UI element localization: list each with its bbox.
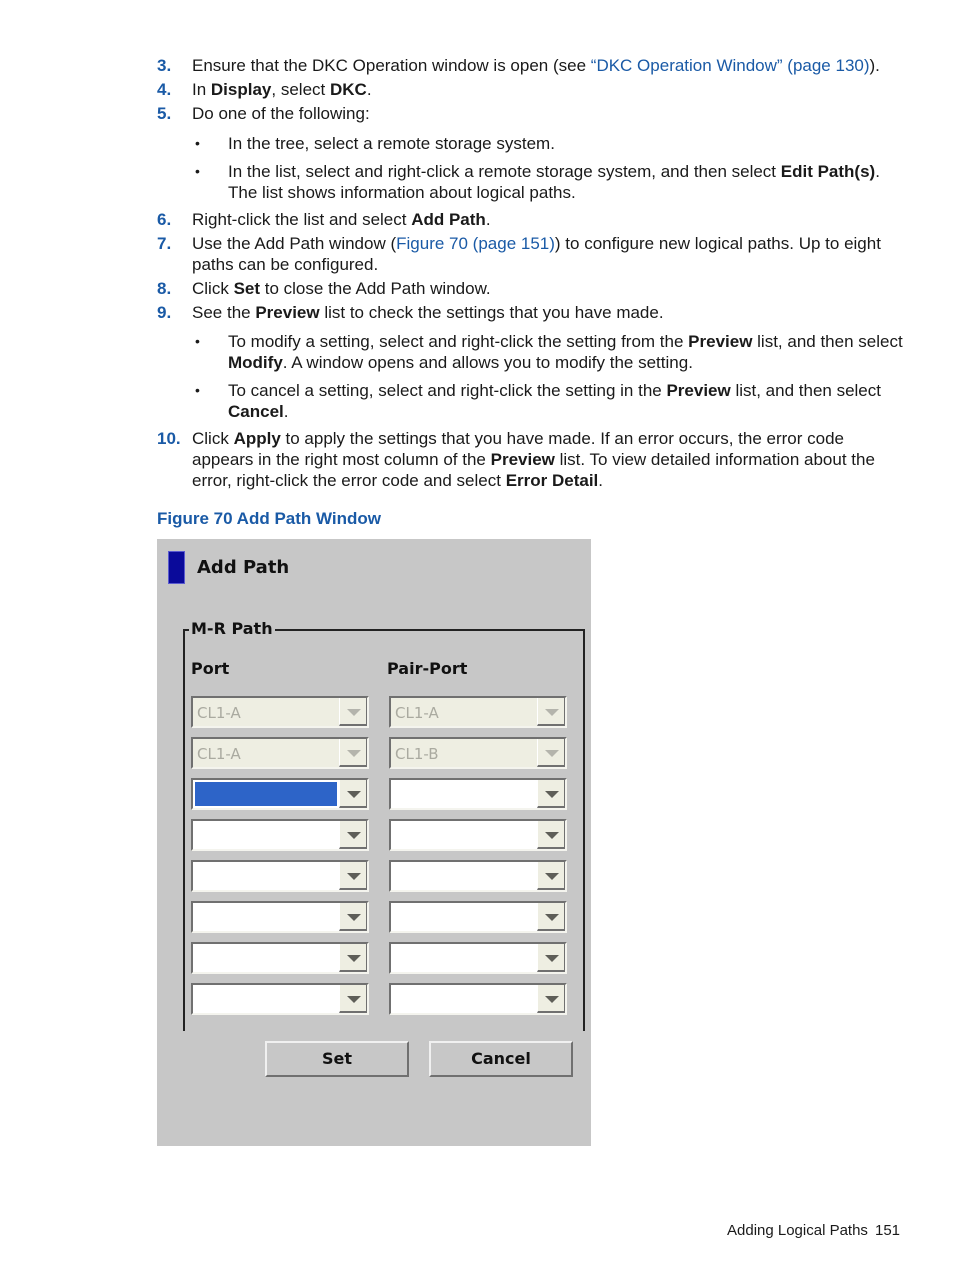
bullet-text: list, and then select <box>730 381 881 400</box>
bullet-text: . <box>283 402 289 421</box>
step-number: 9. <box>157 303 172 322</box>
port-dropdown[interactable] <box>191 942 369 974</box>
bold-term: Error Detail <box>505 471 599 490</box>
chevron-down-icon <box>339 739 367 767</box>
chevron-down-icon[interactable] <box>339 780 367 808</box>
bold-term: DKC <box>329 80 367 99</box>
chevron-down-icon[interactable] <box>339 985 367 1013</box>
group-label: M-R Path <box>189 619 275 638</box>
chevron-down-icon[interactable] <box>537 985 565 1013</box>
step-number: 5. <box>157 104 172 123</box>
port-dropdown[interactable] <box>191 983 369 1015</box>
step-text: ). <box>869 56 880 75</box>
chevron-down-icon[interactable] <box>537 780 565 808</box>
pair-port-dropdown[interactable] <box>389 860 567 892</box>
chevron-down-icon[interactable] <box>339 944 367 972</box>
dropdown-value: CL1-A <box>197 745 241 763</box>
bold-term: Preview <box>666 381 731 400</box>
step-text: Use the Add Path window ( <box>192 234 397 253</box>
step-text: , select <box>271 80 330 99</box>
bold-term: Preview <box>255 303 320 322</box>
chevron-down-icon[interactable] <box>339 903 367 931</box>
step-text: to close the Add Path window. <box>260 279 491 298</box>
port-dropdown: CL1-A <box>191 696 369 728</box>
bullet-icon: • <box>195 163 200 179</box>
pair-port-dropdown[interactable] <box>389 901 567 933</box>
figure-caption: Figure 70 Add Path Window <box>157 509 381 528</box>
dropdown-value: CL1-A <box>197 704 241 722</box>
pair-port-dropdown[interactable] <box>389 778 567 810</box>
chevron-down-icon[interactable] <box>537 821 565 849</box>
port-dropdown[interactable] <box>191 860 369 892</box>
bullet-icon: • <box>195 135 200 151</box>
window-title: Add Path <box>197 557 290 578</box>
step-text: . <box>598 471 604 490</box>
port-dropdown: CL1-A <box>191 737 369 769</box>
bold-term: Preview <box>688 332 753 351</box>
chevron-down-icon[interactable] <box>537 944 565 972</box>
cancel-button[interactable]: Cancel <box>429 1041 573 1077</box>
bold-term: Preview <box>490 450 555 469</box>
pair-port-dropdown[interactable] <box>389 983 567 1015</box>
chevron-down-icon <box>339 698 367 726</box>
step-text: In <box>192 80 211 99</box>
bullet-text: . A window opens and allows you to modif… <box>282 353 693 372</box>
mr-path-group: M-R Path Port Pair-Port CL1-A CL1-A CL1-A C… <box>183 619 585 1031</box>
bold-term: Cancel <box>228 402 284 421</box>
bullet-text: In the list, select and right-click a re… <box>228 162 781 181</box>
pair-port-dropdown: CL1-A <box>389 696 567 728</box>
bullet-icon: • <box>195 333 200 349</box>
bullet-text: In the tree, select a remote storage sys… <box>228 134 555 153</box>
chevron-down-icon[interactable] <box>339 821 367 849</box>
bold-term: Edit Path(s) <box>780 162 876 181</box>
port-column-label: Port <box>191 659 230 678</box>
step-text: list to check the settings that you have… <box>319 303 664 322</box>
step-text: Do one of the following: <box>192 104 370 123</box>
step-text: Click <box>192 279 234 298</box>
page-number: 151 <box>875 1222 901 1239</box>
bold-term: Set <box>233 279 261 298</box>
pair-port-column-label: Pair-Port <box>387 659 468 678</box>
port-dropdown[interactable] <box>191 901 369 933</box>
dkc-operation-window-link[interactable]: “DKC Operation Window” (page 130) <box>591 56 870 75</box>
bold-term: Display <box>210 80 272 99</box>
chevron-down-icon <box>537 698 565 726</box>
figure-70-link[interactable]: Figure 70 (page 151) <box>396 234 555 253</box>
chevron-down-icon <box>537 739 565 767</box>
step-text: Ensure that the DKC Operation window is … <box>192 56 591 75</box>
dropdown-value: CL1-B <box>395 745 439 763</box>
dropdown-value: CL1-A <box>395 704 439 722</box>
step-text: See the <box>192 303 256 322</box>
pair-port-dropdown[interactable] <box>389 942 567 974</box>
step-number: 6. <box>157 210 172 229</box>
step-number: 10. <box>157 429 181 448</box>
selection-highlight <box>195 782 337 806</box>
port-dropdown[interactable] <box>191 819 369 851</box>
step-text: Click <box>192 429 234 448</box>
step-number: 7. <box>157 234 172 253</box>
bullet-text: To cancel a setting, select and right-cl… <box>228 381 667 400</box>
bullet-icon: • <box>195 382 200 398</box>
add-path-window: Add Path M-R Path Port Pair-Port CL1-A CL… <box>157 539 591 1146</box>
bold-term: Add Path <box>411 210 486 229</box>
bullet-text: list, and then select <box>752 332 903 351</box>
pair-port-dropdown[interactable] <box>389 819 567 851</box>
step-number: 8. <box>157 279 172 298</box>
bold-term: Modify <box>228 353 283 372</box>
pair-port-dropdown: CL1-B <box>389 737 567 769</box>
step-number: 3. <box>157 56 172 75</box>
bullet-text: To modify a setting, select and right-cl… <box>228 332 689 351</box>
bold-term: Apply <box>233 429 281 448</box>
chevron-down-icon[interactable] <box>339 862 367 890</box>
title-accent-icon <box>168 551 185 584</box>
step-text: . <box>485 210 491 229</box>
step-text: Right-click the list and select <box>192 210 412 229</box>
step-number: 4. <box>157 80 172 99</box>
chevron-down-icon[interactable] <box>537 903 565 931</box>
step-text: . <box>366 80 372 99</box>
chevron-down-icon[interactable] <box>537 862 565 890</box>
footer-section-title: Adding Logical Paths <box>727 1222 868 1239</box>
set-button[interactable]: Set <box>265 1041 409 1077</box>
port-dropdown[interactable] <box>191 778 369 810</box>
